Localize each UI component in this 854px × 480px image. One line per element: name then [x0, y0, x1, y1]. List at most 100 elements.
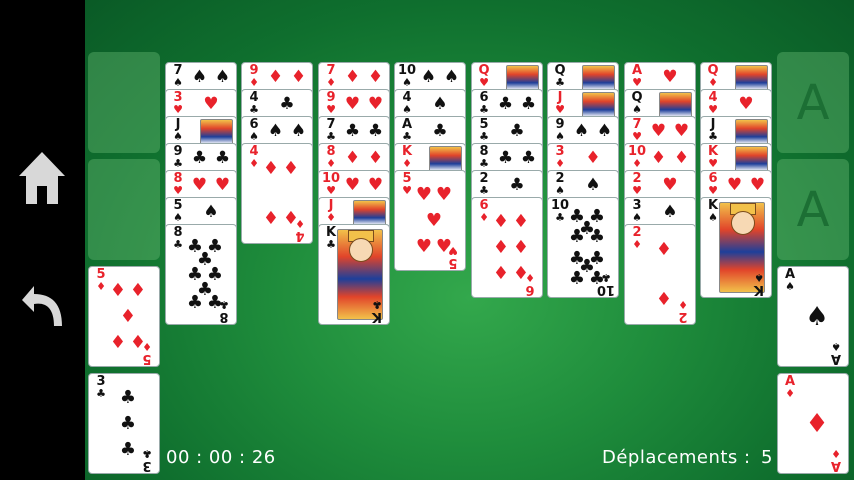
suit-pip: ♦: [262, 207, 280, 229]
card-suit: ♣: [142, 447, 152, 460]
foundation-slot-1[interactable]: A: [777, 52, 849, 153]
suit-pip: ♦: [367, 67, 384, 87]
card-index-bottom: 5 ♦: [138, 340, 156, 366]
suit-pip: ♠: [573, 121, 590, 141]
suit-pip: ♦: [805, 409, 829, 439]
tableau-card[interactable]: 5 ♥ ♥ ♥ ♥ ♥ ♥ 5 ♥: [394, 170, 466, 271]
card-index: 3 ♦: [551, 145, 569, 169]
court-portrait: [582, 65, 615, 91]
card-index-bottom: 6 ♦: [521, 271, 539, 297]
free-cell-card[interactable]: 3 ♣ ♣ ♣ ♣ 3 ♣: [88, 373, 160, 474]
card-index: 8 ♣: [169, 226, 187, 250]
suit-pip: ♥: [191, 175, 208, 195]
suit-pip: ♦: [650, 148, 667, 168]
card-top-suits: ♠: [570, 175, 616, 195]
court-portrait: [735, 65, 768, 91]
card-index-bottom: 5 ♥: [444, 244, 462, 270]
tableau-card[interactable]: K ♠ K ♠: [700, 197, 772, 298]
card-index: A ♣: [398, 118, 416, 142]
card-suit: ♣: [249, 103, 259, 116]
card-suit: ♣: [555, 76, 565, 89]
suit-pip: ♠: [805, 302, 829, 332]
card-index-bottom: K ♠: [750, 271, 768, 297]
free-cell-slot-1[interactable]: [88, 52, 160, 153]
suit-pip: ♣: [497, 94, 514, 114]
card-index-bottom: A ♠: [827, 340, 845, 366]
court-portrait: [735, 119, 768, 145]
card-top-suits: ♣: [494, 121, 540, 141]
card-rank: 2: [678, 309, 688, 324]
card-index: 2 ♠: [551, 172, 569, 196]
suit-pip: ♦: [344, 67, 361, 87]
tableau-card[interactable]: 8 ♣ ♣ ♣ ♣ ♣ ♣ ♣ ♣ ♣ 8 ♣: [165, 224, 237, 325]
card-index: 2 ♦: [628, 226, 646, 250]
free-cell-card[interactable]: 5 ♦ ♦ ♦ ♦ ♦ ♦ 5 ♦: [88, 266, 160, 367]
suit-pip: ♥: [738, 94, 754, 114]
card-index: J ♠: [169, 118, 187, 142]
card-suit: ♣: [96, 387, 106, 400]
card-index: 5 ♦: [92, 268, 110, 292]
suit-pip: ♣: [119, 413, 137, 434]
card-rank: 10: [596, 282, 615, 297]
suit-pip: ♦: [367, 148, 384, 168]
suit-pip: ♦: [492, 210, 510, 232]
card-suit: ♦: [555, 157, 565, 170]
card-suit: ♣: [402, 130, 412, 143]
card-index: 8 ♥: [169, 172, 187, 196]
suit-pip: ♦: [262, 158, 280, 180]
suit-pip: ♥: [214, 175, 231, 195]
game-table: AA 5 ♦ ♦ ♦ ♦ ♦ ♦ 5 ♦ 3 ♣ ♣ ♣ ♣ 3 ♣ 7 ♠ ♠ ♠ 3 ♥ ♥ J ♠ 9 ♣ ♣ ♣ 8 ♥ ♥ ♥ 5 ♠ ♠…: [85, 0, 854, 480]
card-suit: ♥: [708, 157, 718, 170]
card-top-suits: ♣ ♣: [494, 94, 540, 114]
suit-pip: ♠: [267, 121, 284, 141]
card-top-suits: ♥ ♥: [647, 121, 693, 141]
card-suit: ♠: [632, 103, 642, 116]
suit-pip: ♣: [186, 292, 204, 314]
card-index-bottom: 8 ♣: [215, 298, 233, 324]
card-suit: ♥: [479, 76, 489, 89]
suit-pip: ♣: [367, 121, 384, 141]
foundation-placeholder: A: [796, 181, 830, 238]
home-button[interactable]: [14, 150, 70, 206]
card-index-bottom: 10 ♣: [596, 271, 615, 297]
card-index: Q ♠: [628, 91, 646, 115]
side-toolbar: [0, 0, 85, 480]
card-suit: ♦: [326, 157, 336, 170]
card-top-suits: ♠: [417, 94, 463, 114]
suit-pip: ♥: [726, 175, 743, 195]
court-portrait: [429, 146, 462, 172]
portrait-head: [349, 238, 373, 262]
suit-pip: ♥: [415, 183, 433, 205]
suit-pip: ♥: [415, 236, 433, 258]
card-suit: ♦: [708, 76, 718, 89]
suit-pip: ♣: [344, 121, 361, 141]
court-portrait: [735, 146, 768, 172]
card-suit: ♠: [173, 76, 183, 89]
tableau-card[interactable]: 10 ♣ ♣ ♣ ♣ ♣ ♣ ♣ ♣ ♣ ♣ ♣ 10 ♣: [547, 197, 619, 298]
suit-pip: ♠: [420, 67, 437, 87]
card-suit: ♦: [525, 271, 535, 284]
card-index: 9 ♣: [169, 145, 187, 169]
undo-button[interactable]: [14, 278, 70, 334]
suit-pip: ♦: [282, 158, 300, 180]
tableau-card[interactable]: 4 ♦ ♦ ♦ ♦ ♦ 4 ♦: [241, 143, 313, 244]
tableau-card[interactable]: 6 ♦ ♦ ♦ ♦ ♦ ♦ ♦ 6 ♦: [471, 197, 543, 298]
foundation-card[interactable]: A ♦ ♦ A ♦: [777, 373, 849, 474]
card-suit: ♦: [295, 217, 305, 230]
court-portrait: [353, 200, 386, 226]
suit-pip: ♣: [568, 267, 586, 289]
foundation-card[interactable]: A ♠ ♠ A ♠: [777, 266, 849, 367]
card-index: A ♠: [781, 268, 799, 292]
card-suit: ♥: [402, 184, 412, 197]
timer: 00 : 00 : 26: [166, 447, 276, 468]
card-suit: ♥: [326, 103, 336, 116]
tableau-card[interactable]: K ♣ K ♣: [318, 224, 390, 325]
card-rank: K: [753, 282, 765, 297]
card-index: Q ♣: [551, 64, 569, 88]
card-suit: ♣: [555, 211, 565, 224]
card-index-bottom: K ♣: [368, 298, 386, 324]
free-cell-slot-2[interactable]: [88, 159, 160, 260]
card-index: 7 ♥: [628, 118, 646, 142]
tableau-card[interactable]: 2 ♦ ♦ ♦ 2 ♦: [624, 224, 696, 325]
foundation-slot-2[interactable]: A: [777, 159, 849, 260]
